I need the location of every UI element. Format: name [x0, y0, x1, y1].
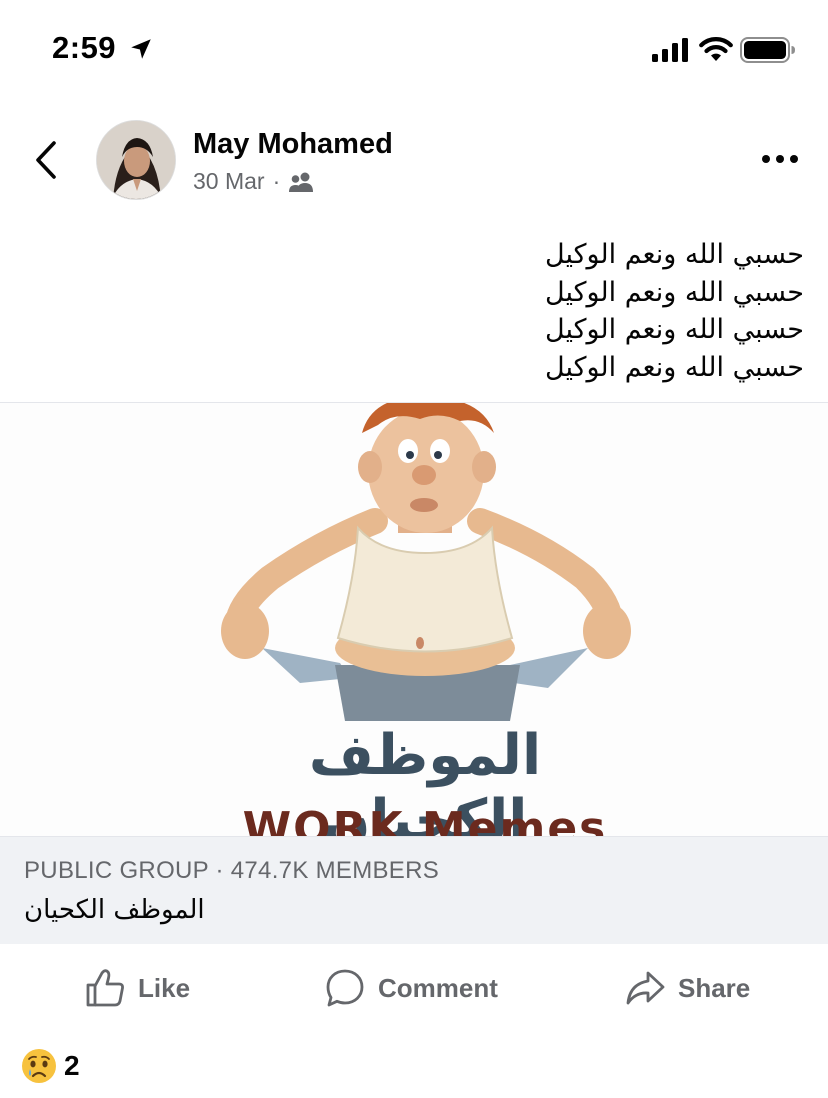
share-arrow-icon: [626, 971, 665, 1005]
post-meta: 30 Mar ·: [193, 168, 314, 195]
meta-separator: ·: [272, 168, 281, 194]
status-bar: 2:59: [0, 0, 828, 100]
share-button[interactable]: Share: [624, 956, 750, 1020]
meme-caption-english: WORK Memes: [242, 803, 608, 836]
battery-icon: [740, 37, 795, 63]
comment-button[interactable]: Comment: [324, 956, 498, 1020]
reaction-summary[interactable]: 2: [20, 1044, 80, 1088]
friends-icon: [289, 172, 314, 192]
share-label: Share: [678, 972, 751, 1003]
post-text-line: حسبي الله ونعم الوكيل: [545, 276, 804, 308]
status-time: 2:59: [52, 30, 117, 65]
like-button[interactable]: Like: [84, 956, 190, 1020]
wifi-icon: [699, 37, 733, 61]
post-text-line: حسبي الله ونعم الوكيل: [545, 351, 804, 383]
more-options-icon[interactable]: [760, 152, 800, 166]
group-name[interactable]: الموظف الكحيان: [24, 895, 205, 925]
post-text-line: حسبي الله ونعم الوكيل: [545, 239, 804, 270]
sad-reaction-icon: [22, 1049, 56, 1083]
cellular-signal-icon: [652, 38, 688, 62]
post-image[interactable]: الموظف الكحيان WORK Memes: [0, 402, 828, 836]
back-chevron-icon[interactable]: [30, 138, 64, 182]
group-card[interactable]: PUBLIC GROUP · 474.7K MEMBERS الموظف الك…: [0, 836, 828, 944]
author-avatar[interactable]: [96, 120, 176, 200]
thumbs-up-icon: [86, 969, 124, 1007]
reaction-count: 2: [64, 1050, 80, 1081]
location-arrow-icon: [131, 39, 151, 59]
like-label: Like: [138, 972, 191, 1003]
author-name[interactable]: May Mohamed: [193, 128, 393, 161]
comment-bubble-icon: [326, 969, 364, 1007]
post-header: May Mohamed 30 Mar ·: [0, 110, 828, 210]
post-date[interactable]: 30 Mar: [193, 168, 265, 195]
post-text-line: حسبي الله ونعم الوكيل: [545, 314, 804, 345]
group-meta: PUBLIC GROUP · 474.7K MEMBERS: [24, 857, 440, 884]
post-text: حسبي الله ونعم الوكيل حسبي الله ونعم الو…: [204, 236, 804, 386]
comment-label: Comment: [378, 972, 498, 1003]
action-bar: Like Comment Share: [0, 956, 828, 1020]
